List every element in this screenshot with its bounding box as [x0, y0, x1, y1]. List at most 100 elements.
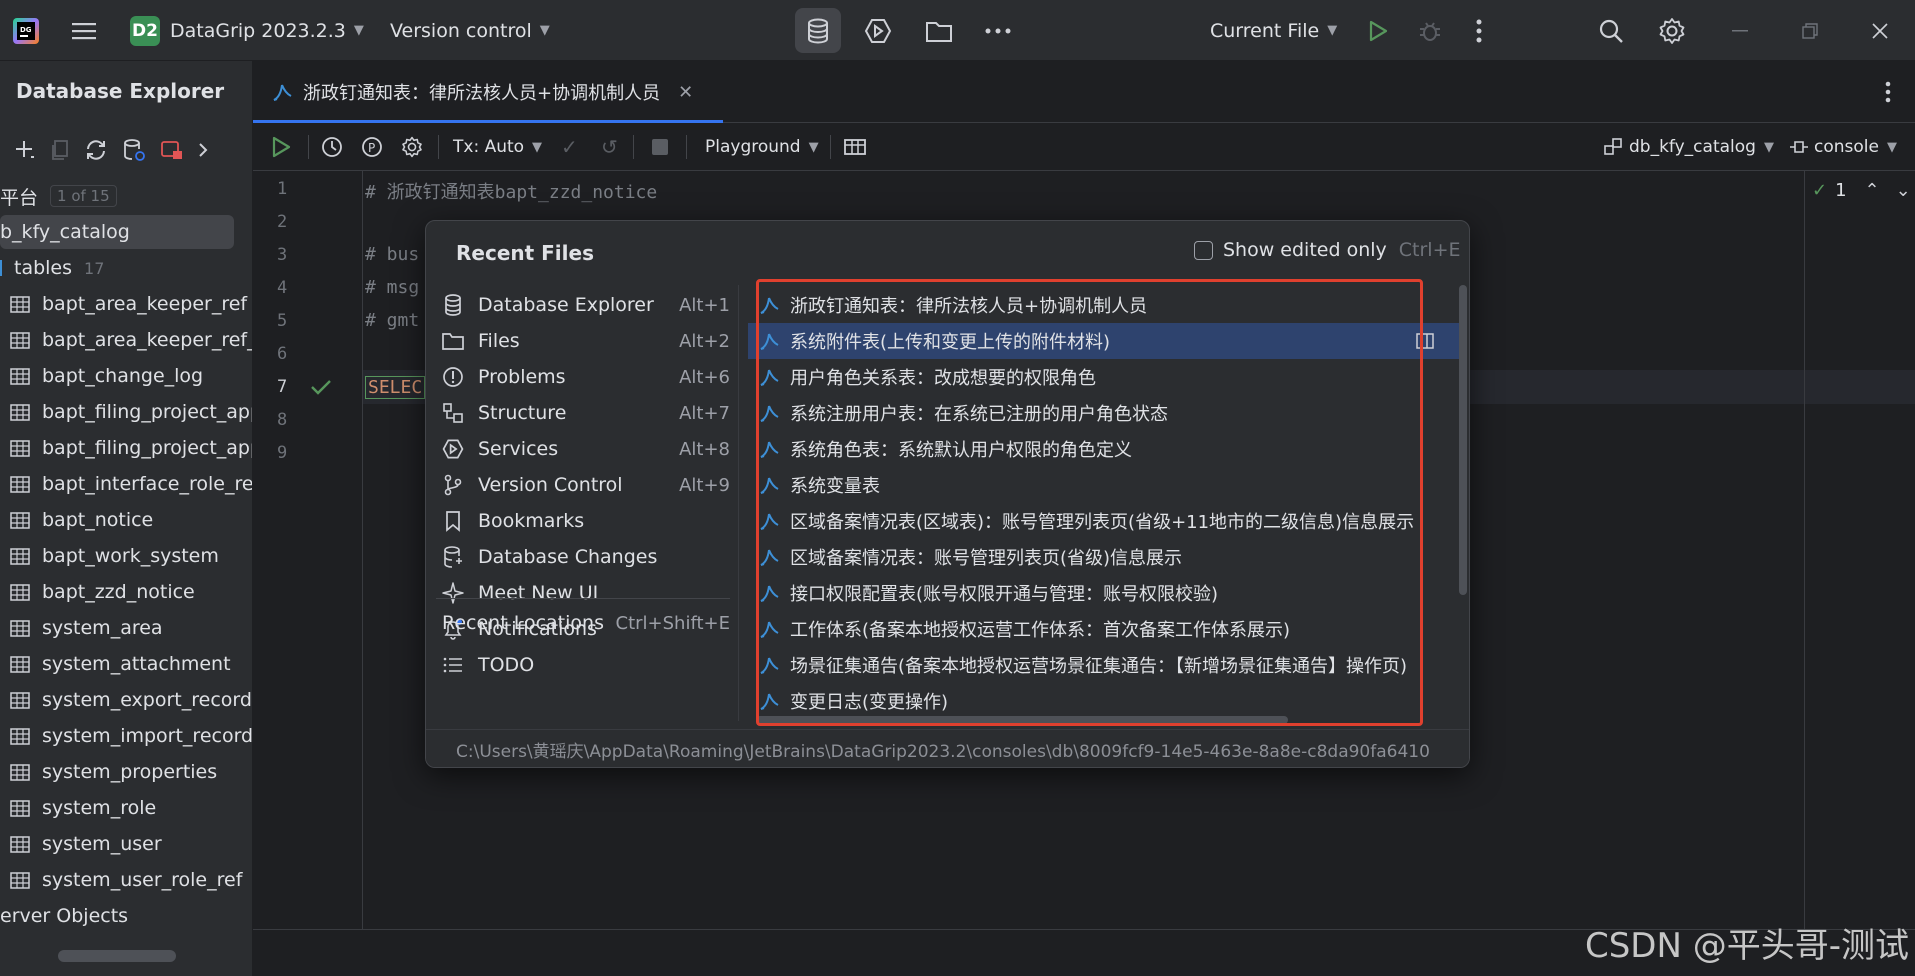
sql-console-icon [758, 510, 780, 532]
recent-file-item[interactable]: 变更日志(变更操作) [748, 683, 1461, 719]
toolwindow-item-problems[interactable]: Problems Alt+6 [442, 359, 730, 395]
stop-icon[interactable] [651, 123, 669, 171]
more-vertical-icon[interactable] [1885, 81, 1891, 103]
recent-locations-link[interactable]: Recent Locations Ctrl+Shift+E [442, 605, 730, 641]
structure-icon [442, 402, 464, 424]
chevron-down-icon[interactable]: ⌄ [1896, 180, 1911, 201]
horizontal-scrollbar[interactable] [58, 950, 176, 962]
sql-console-icon [758, 618, 780, 640]
toolwindow-item-files[interactable]: Files Alt+2 [442, 323, 730, 359]
vcs-selector[interactable]: Version control ▼ [390, 0, 550, 61]
duplicate-icon[interactable] [50, 139, 70, 161]
datasource-selector[interactable]: db_kfy_catalog ▼ [1603, 123, 1774, 171]
tree-node-server-objects[interactable]: erver Objects [0, 899, 252, 933]
toolwindow-item-structure[interactable]: Structure Alt+7 [442, 395, 730, 431]
run-config-selector[interactable]: Current File ▼ [1210, 0, 1337, 61]
explain-plan-icon[interactable]: P [361, 123, 383, 171]
toolwindow-item-version-control[interactable]: Version Control Alt+9 [442, 467, 730, 503]
table-view-icon[interactable] [843, 123, 867, 171]
close-tab-icon[interactable]: ✕ [678, 82, 693, 103]
checkbox-box[interactable] [1194, 240, 1213, 260]
playground-selector[interactable]: Playground ▼ [705, 123, 819, 171]
tree-node-tables[interactable]: tables 17 [0, 251, 252, 285]
close-window-icon[interactable] [1872, 0, 1888, 61]
history-icon[interactable] [321, 123, 343, 171]
recent-file-item[interactable]: 系统附件表(上传和变更上传的附件材料) [748, 323, 1461, 359]
tree-node-table[interactable]: bapt_work_system [0, 539, 252, 573]
tree-node-table[interactable]: system_user_role_ref [0, 863, 252, 897]
recent-file-item[interactable]: 工作体系(备案本地授权运营工作体系：首次备案工作体系展示) [748, 611, 1461, 647]
tree-node-table[interactable]: system_export_record [0, 683, 252, 717]
more-vertical-icon[interactable] [1476, 0, 1482, 61]
toolwindow-item-bookmarks[interactable]: Bookmarks [442, 503, 730, 539]
recent-file-item[interactable]: 浙政钉通知表：律所法核人员+协调机制人员 [748, 287, 1461, 323]
show-edited-only-checkbox[interactable]: Show edited only Ctrl+E [1194, 239, 1461, 261]
main-menu-icon[interactable] [72, 0, 96, 61]
add-icon[interactable] [14, 139, 36, 161]
tree-node-table[interactable]: system_role [0, 791, 252, 825]
refresh-icon[interactable] [84, 139, 108, 161]
horizontal-scrollbar[interactable] [756, 716, 1288, 724]
tree-node-table[interactable]: bapt_filing_project_app [0, 395, 253, 429]
toolwindow-label: Problems [478, 366, 566, 388]
tx-mode-selector[interactable]: Tx: Auto ▼ [453, 123, 542, 171]
editor-tab[interactable]: 浙政钉通知表：律所法核人员+协调机制人员 ✕ [253, 61, 723, 123]
search-icon[interactable] [1598, 0, 1624, 61]
tree-node-platform[interactable]: 平台 1 of 15 [0, 179, 252, 213]
toolwindow-shortcut: Alt+1 [679, 294, 730, 316]
recent-file-item[interactable]: 系统角色表：系统默认用户权限的角色定义 [748, 431, 1461, 467]
tree-node-table[interactable]: system_attachment [0, 647, 252, 681]
tree-node-schema[interactable]: b_kfy_catalog [0, 215, 234, 249]
inspection-widget[interactable]: ✓ 1 ⌃ ⌄ [1812, 180, 1911, 201]
toolwindow-item-services[interactable]: Services Alt+8 [442, 431, 730, 467]
data-source-properties-icon[interactable] [122, 138, 146, 162]
run-icon[interactable] [1368, 0, 1388, 61]
tree-node-label: bapt_filing_project_app [42, 401, 253, 423]
tree-node-table[interactable]: bapt_zzd_notice [0, 575, 252, 609]
recent-file-item[interactable]: 区域备案情况表(区域表)：账号管理列表页(省级+11地市的二级信息)信息展示 [748, 503, 1461, 539]
disconnect-icon[interactable] [160, 139, 184, 161]
recent-file-item[interactable]: 系统注册用户表：在系统已注册的用户角色状态 [748, 395, 1461, 431]
tree-node-table[interactable]: system_area [0, 611, 252, 645]
tree-node-table[interactable]: bapt_filing_project_app [0, 431, 252, 465]
database-toolwindow-icon[interactable] [795, 8, 841, 53]
folder-icon[interactable] [925, 0, 953, 61]
settings-gear-icon[interactable] [1658, 0, 1686, 61]
recent-file-item[interactable]: 接口权限配置表(账号权限开通与管理：账号权限校验) [748, 575, 1461, 611]
restore-icon[interactable] [1802, 0, 1818, 61]
tree-node-table[interactable]: system_import_record [0, 719, 252, 753]
rollback-icon[interactable]: ↺ [601, 123, 618, 171]
project-selector[interactable]: D2 DataGrip 2023.2.3 ▼ [130, 0, 364, 61]
settings-gear-icon[interactable] [401, 123, 423, 171]
tree-node-table[interactable]: bapt_area_keeper_ref_1 [0, 323, 252, 357]
tree-node-table[interactable]: bapt_notice [0, 503, 252, 537]
toolwindow-item-todo[interactable]: TODO [442, 647, 730, 683]
toolwindow-item-database-changes[interactable]: Database Changes [442, 539, 730, 575]
services-icon[interactable] [864, 0, 892, 61]
debug-icon[interactable] [1418, 0, 1442, 61]
recent-file-label: 接口权限配置表(账号权限开通与管理：账号权限校验) [790, 584, 1219, 605]
recent-file-item[interactable]: 区域备案情况表：账号管理列表页(省级)信息展示 [748, 539, 1461, 575]
chevron-right-icon[interactable] [198, 142, 208, 158]
editor-tab-title: 浙政钉通知表：律所法核人员+协调机制人员 [303, 83, 661, 104]
playground-label: Playground [705, 137, 801, 157]
session-selector[interactable]: console ▼ [1788, 123, 1897, 171]
minimize-icon[interactable] [1732, 0, 1748, 61]
tree-node-table[interactable]: bapt_interface_role_ref [0, 467, 252, 501]
tree-node-table[interactable]: bapt_area_keeper_ref [0, 287, 252, 321]
tree-node-table[interactable]: system_properties [0, 755, 252, 789]
vertical-scrollbar[interactable] [1459, 285, 1467, 595]
open-in-split-icon[interactable] [1416, 332, 1434, 350]
chevron-up-icon[interactable]: ⌃ [1865, 180, 1880, 201]
tx-mode-label: Tx: Auto [453, 137, 525, 157]
recent-file-item[interactable]: 用户角色关系表：改成想要的权限角色 [748, 359, 1461, 395]
tree-node-label: tables [14, 257, 73, 279]
more-horizontal-icon[interactable] [985, 0, 1011, 61]
recent-file-item[interactable]: 系统变量表 [748, 467, 1461, 503]
recent-file-item[interactable]: 场景征集通告(备案本地授权运营场景征集通告：【新增场景征集通告】操作页) [748, 647, 1461, 683]
toolwindow-item-database-explorer[interactable]: Database Explorer Alt+1 [442, 287, 730, 323]
tree-node-table[interactable]: system_user [0, 827, 252, 861]
tree-node-table[interactable]: bapt_change_log [0, 359, 252, 393]
commit-icon[interactable]: ✓ [561, 123, 578, 171]
execute-icon[interactable] [271, 123, 291, 171]
